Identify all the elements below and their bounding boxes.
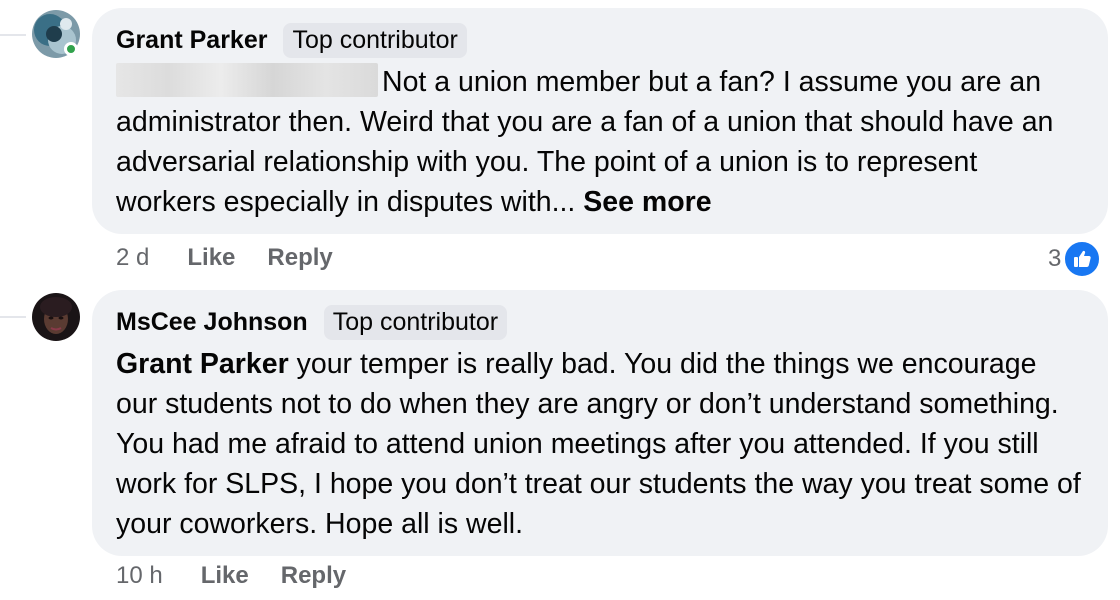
blurred-mention (116, 63, 378, 97)
mention-link[interactable]: Grant Parker (116, 348, 289, 380)
comment-actions: 10 h Like Reply (116, 562, 378, 590)
like-button[interactable]: Like (201, 562, 249, 590)
avatar-image (32, 293, 80, 341)
reply-button[interactable]: Reply (281, 562, 346, 590)
comment-bubble: MsCee Johnson Top contributor Grant Park… (92, 290, 1108, 556)
comment-text: Not a union member but a fan? I assume y… (116, 62, 1084, 222)
online-status-dot (64, 42, 78, 56)
comment-author[interactable]: MsCee Johnson (116, 308, 308, 337)
comment-timestamp[interactable]: 10 h (116, 562, 163, 590)
comment-actions: 2 d Like Reply (116, 244, 365, 272)
comment-header: MsCee Johnson Top contributor (116, 304, 1084, 340)
top-contributor-badge: Top contributor (283, 22, 467, 58)
comment-timestamp[interactable]: 2 d (116, 244, 149, 272)
thread-connector-line (0, 34, 26, 36)
comment-text: Grant Parker your temper is really bad. … (116, 344, 1084, 544)
comment-author[interactable]: Grant Parker (116, 26, 267, 55)
reaction-summary[interactable]: 3 (1048, 240, 1102, 278)
like-button[interactable]: Like (187, 244, 235, 272)
reply-button[interactable]: Reply (267, 244, 332, 272)
avatar[interactable] (32, 293, 80, 341)
comment-bubble: Grant Parker Top contributor Not a union… (92, 8, 1108, 234)
see-more-link[interactable]: See more (583, 186, 711, 218)
thread-connector-line (0, 316, 26, 318)
comment-header: Grant Parker Top contributor (116, 22, 1084, 58)
reaction-count: 3 (1048, 245, 1062, 272)
thumbs-up-icon (1063, 240, 1102, 278)
top-contributor-badge: Top contributor (323, 304, 508, 340)
